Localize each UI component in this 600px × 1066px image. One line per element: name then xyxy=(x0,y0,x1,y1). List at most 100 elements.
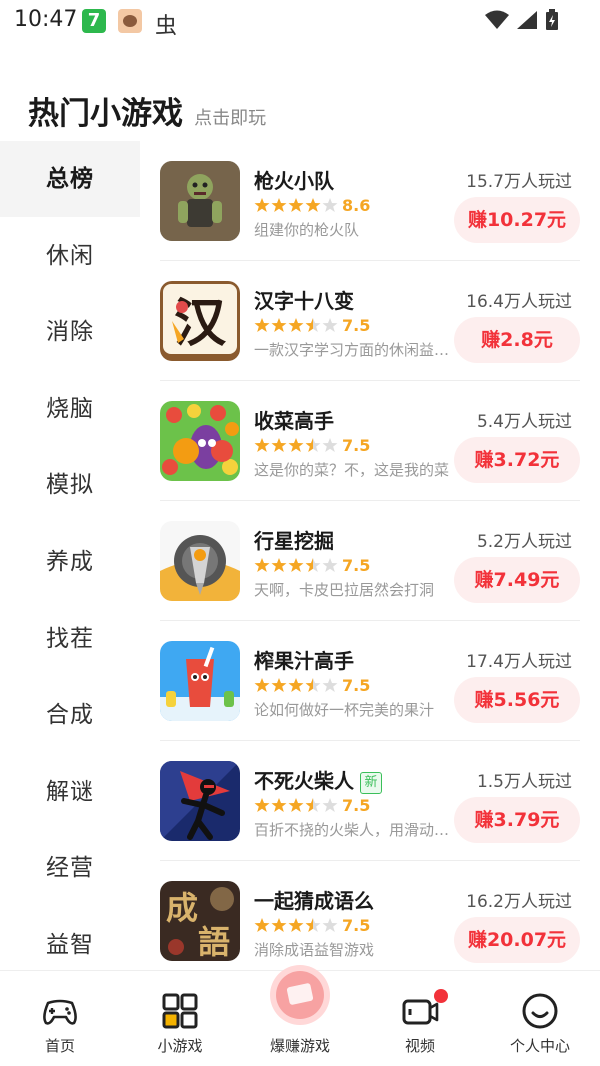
rating-stars: 7.5 xyxy=(254,435,370,455)
page-subtitle: 点击即玩 xyxy=(194,108,267,129)
rating-value: 7.5 xyxy=(342,915,371,935)
star-icon xyxy=(254,798,270,812)
app-notification-icon: 7 xyxy=(82,9,106,33)
game-row[interactable]: 行星挖掘 7.5 天啊，卡皮巴拉居然会打洞 5.2万人玩过 赚7.49元 xyxy=(160,501,580,621)
game-description: 一款汉字学习方面的休闲益智游戏 xyxy=(254,341,450,359)
game-description: 论如何做好一杯完美的果汁 xyxy=(254,701,435,719)
category-management[interactable]: 经营 xyxy=(0,830,140,906)
category-raising[interactable]: 养成 xyxy=(0,524,140,600)
category-casual[interactable]: 休闲 xyxy=(0,218,140,294)
nav-profile[interactable]: 个人中心 xyxy=(480,971,600,1066)
category-all[interactable]: 总榜 xyxy=(0,141,140,217)
earn-button[interactable]: 赚5.56元 xyxy=(454,677,580,723)
star-icon xyxy=(305,678,321,692)
game-row[interactable]: 成 語 一起猜成语么 7.5 消除成语益智游戏 16.2万人玩过 赚20.07元 xyxy=(160,861,580,971)
star-icon xyxy=(271,678,287,692)
drill-icon xyxy=(160,521,240,601)
battery-icon xyxy=(546,9,558,30)
game-name: 汉字十八变 xyxy=(254,289,354,313)
game-name: 枪火小队 xyxy=(254,169,334,193)
nav-label: 视频 xyxy=(404,1037,435,1055)
star-icon xyxy=(254,918,270,932)
star-icon xyxy=(254,198,270,212)
nav-label: 小游戏 xyxy=(157,1037,203,1055)
star-icon xyxy=(305,198,321,212)
earn-button[interactable]: 赚20.07元 xyxy=(454,917,580,963)
rating-stars: 7.5 xyxy=(254,795,370,815)
play-count: 16.2万人玩过 xyxy=(466,892,572,912)
game-row[interactable]: 不死火柴人新 7.5 百折不挠的火柴人，用滑动来战斗 1.5万人玩过 赚3.79… xyxy=(160,741,580,861)
vegetable-icon xyxy=(160,401,240,481)
game-description: 百折不挠的火柴人，用滑动来战斗 xyxy=(254,821,450,839)
star-icon xyxy=(322,438,338,452)
game-description: 天啊，卡皮巴拉居然会打洞 xyxy=(254,581,435,599)
play-count: 17.4万人玩过 xyxy=(466,652,572,672)
idiom-char-2: 語 xyxy=(198,923,230,961)
game-name: 收菜高手 xyxy=(254,409,334,433)
earn-button[interactable]: 赚7.49元 xyxy=(454,557,580,603)
nav-video[interactable]: 视频 xyxy=(360,971,480,1066)
game-row[interactable]: 汉 汉字十八变 7.5 一款汉字学习方面的休闲益智游戏 16.4万人玩过 赚2.… xyxy=(160,261,580,381)
rating-stars: 7.5 xyxy=(254,675,370,695)
star-icon xyxy=(322,198,338,212)
star-icon xyxy=(288,318,304,332)
rating-stars: 7.5 xyxy=(254,915,370,935)
smile-icon xyxy=(522,993,558,1029)
star-icon xyxy=(322,678,338,692)
wifi-icon xyxy=(484,10,509,29)
category-match[interactable]: 消除 xyxy=(0,294,140,370)
juice-icon xyxy=(160,641,240,721)
category-brain[interactable]: 烧脑 xyxy=(0,371,140,447)
game-row[interactable]: 榨果汁高手 7.5 论如何做好一杯完美的果汁 17.4万人玩过 赚5.56元 xyxy=(160,621,580,741)
nav-mini-games[interactable]: 小游戏 xyxy=(120,971,240,1066)
game-row[interactable]: 收菜高手 7.5 这是你的菜？不，这是我的菜 5.4万人玩过 赚3.72元 xyxy=(160,381,580,501)
rating-stars: 7.5 xyxy=(254,555,370,575)
game-description: 消除成语益智游戏 xyxy=(254,941,375,959)
star-icon xyxy=(305,318,321,332)
rating-value: 7.5 xyxy=(342,315,371,335)
nav-label: 爆赚游戏 xyxy=(269,1037,330,1055)
rating-value: 7.5 xyxy=(342,795,371,815)
star-icon xyxy=(305,918,321,932)
nav-hot-earn[interactable]: 爆赚游戏 xyxy=(240,965,360,1066)
rating-stars: 8.6 xyxy=(254,195,370,215)
status-time: 10:47 xyxy=(14,7,78,32)
rating-value: 8.6 xyxy=(342,195,371,215)
bottom-nav: 首页 小游戏 爆赚游戏 视频 个人中心 xyxy=(0,965,600,1066)
notification-dot xyxy=(434,989,448,1003)
category-simulation[interactable]: 模拟 xyxy=(0,447,140,523)
page-title: 热门小游戏 xyxy=(28,96,183,132)
game-name: 行星挖掘 xyxy=(254,529,334,553)
star-icon xyxy=(271,558,287,572)
rating-value: 7.5 xyxy=(342,555,371,575)
system-icons xyxy=(484,8,560,32)
star-icon xyxy=(322,918,338,932)
game-description: 组建你的枪火队 xyxy=(254,221,360,239)
star-icon xyxy=(288,918,304,932)
earn-button[interactable]: 赚3.72元 xyxy=(454,437,580,483)
earn-button[interactable]: 赚10.27元 xyxy=(454,197,580,243)
star-icon xyxy=(322,558,338,572)
game-description: 这是你的菜？不，这是我的菜 xyxy=(254,461,450,479)
game-row[interactable]: 枪火小队 8.6 组建你的枪火队 15.7万人玩过 赚10.27元 xyxy=(160,141,580,261)
idiom-icon: 成 語 xyxy=(160,881,240,961)
earn-button[interactable]: 赚3.79元 xyxy=(454,797,580,843)
rating-stars: 7.5 xyxy=(254,315,370,335)
star-icon xyxy=(254,438,270,452)
rating-value: 7.5 xyxy=(342,435,371,455)
money-icon xyxy=(270,965,330,1025)
category-merge[interactable]: 合成 xyxy=(0,677,140,753)
avatar-notification-icon xyxy=(118,9,142,33)
category-sidebar: 总榜 休闲 消除 烧脑 模拟 养成 找茬 合成 解谜 经营 益智 xyxy=(0,141,140,971)
star-icon xyxy=(271,198,287,212)
category-puzzle[interactable]: 解谜 xyxy=(0,754,140,830)
earn-button[interactable]: 赚2.8元 xyxy=(454,317,580,363)
idiom-char-1: 成 xyxy=(166,889,198,927)
star-icon xyxy=(305,798,321,812)
game-list: 枪火小队 8.6 组建你的枪火队 15.7万人玩过 赚10.27元 汉 汉字十八… xyxy=(160,141,580,971)
category-spot-difference[interactable]: 找茬 xyxy=(0,601,140,677)
nav-home[interactable]: 首页 xyxy=(0,971,120,1066)
bug-notification-icon: 虫 xyxy=(155,14,178,39)
star-icon xyxy=(271,438,287,452)
play-count: 5.4万人玩过 xyxy=(476,412,572,432)
